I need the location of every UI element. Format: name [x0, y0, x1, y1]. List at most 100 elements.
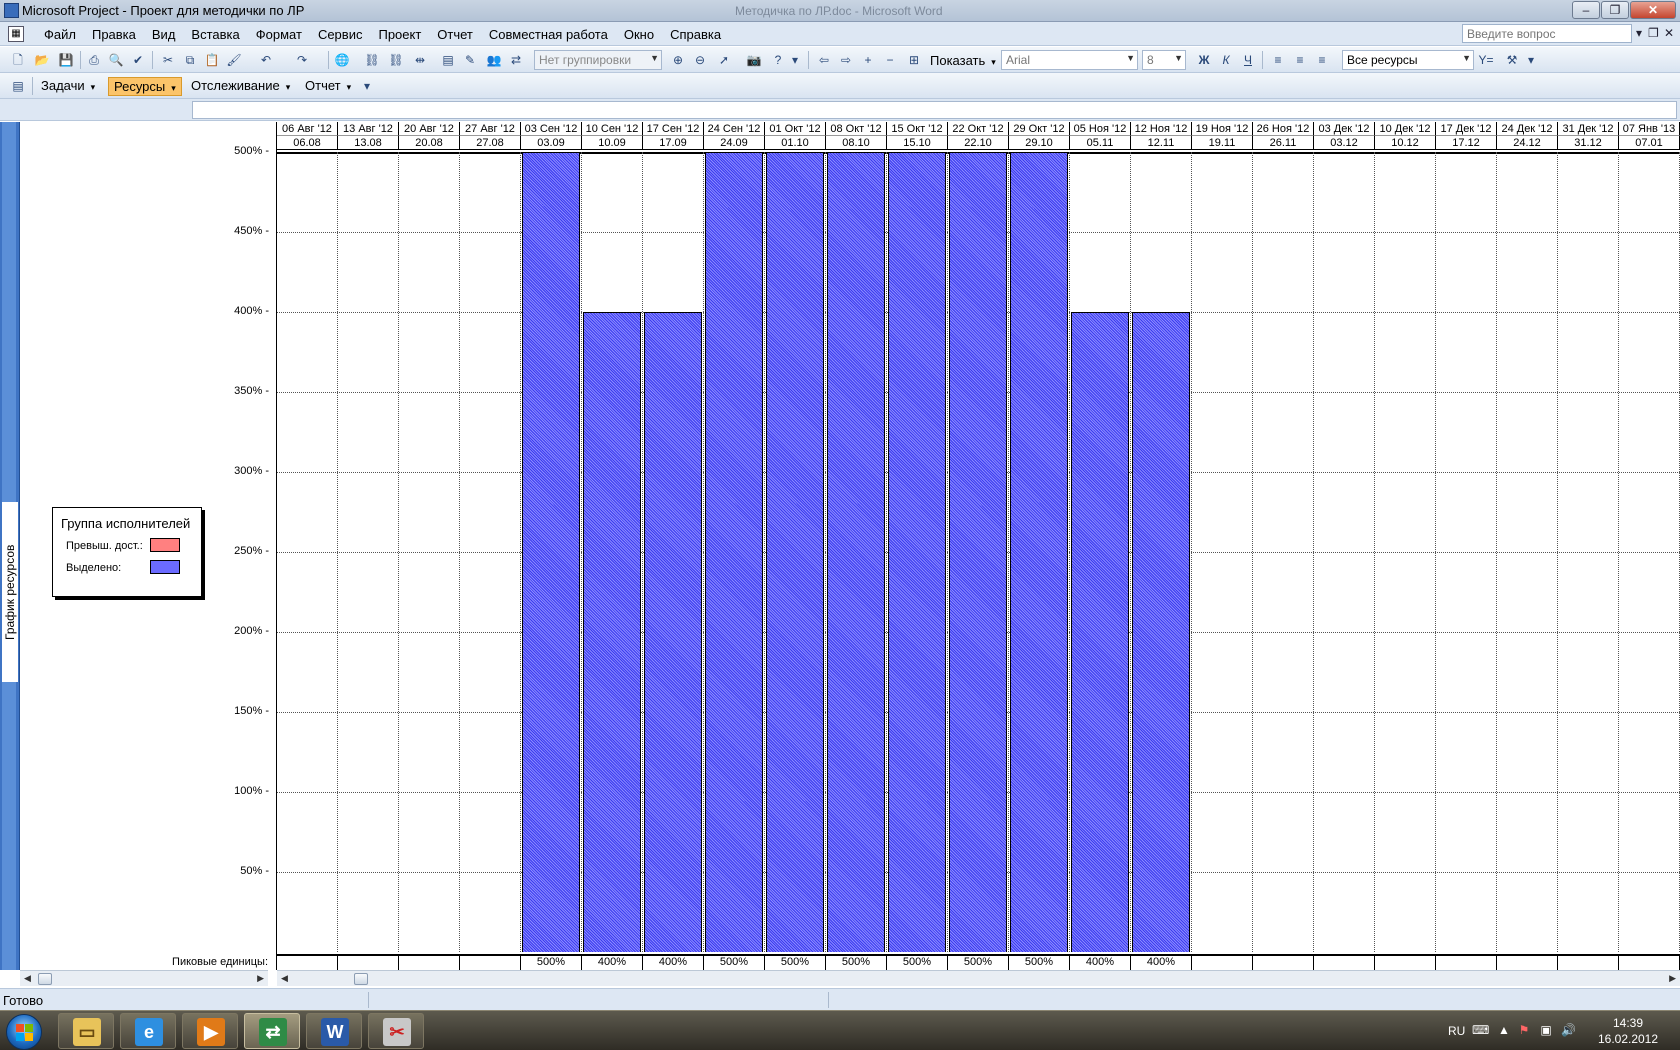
redo-icon[interactable]: ↷: [294, 52, 310, 68]
language-indicator[interactable]: RU: [1448, 1024, 1465, 1038]
allocation-bar[interactable]: [1132, 312, 1190, 952]
guide-toggle-icon[interactable]: ▤: [10, 78, 26, 94]
cut-icon[interactable]: ✂: [160, 52, 176, 68]
scroll-thumb[interactable]: [354, 973, 368, 985]
allocation-bar[interactable]: [1071, 312, 1129, 952]
allocation-bar[interactable]: [888, 152, 946, 952]
underline-button[interactable]: Ч: [1240, 52, 1256, 68]
help-icon[interactable]: ?: [770, 52, 786, 68]
font-size-select[interactable]: 8 ▼: [1142, 50, 1186, 70]
go-to-task-icon[interactable]: ➚: [716, 52, 732, 68]
allocation-bar[interactable]: [766, 152, 824, 952]
print-icon[interactable]: ⎙: [86, 52, 102, 68]
copy-picture-icon[interactable]: 📷: [746, 52, 762, 68]
assign-resources-icon[interactable]: 👥: [486, 52, 502, 68]
allocation-bar[interactable]: [827, 152, 885, 952]
guide-resources-button[interactable]: Ресурсы ▾: [108, 77, 182, 96]
scroll-thumb[interactable]: [38, 973, 52, 985]
format-painter-icon[interactable]: 🖌: [226, 52, 242, 68]
close-button[interactable]: ✕: [1630, 1, 1676, 19]
toolbar-options-icon[interactable]: ▾: [790, 52, 800, 68]
show-dropdown[interactable]: Показать ▾: [930, 53, 996, 68]
start-button[interactable]: [6, 1014, 42, 1050]
project-app-icon[interactable]: [4, 3, 19, 18]
zoom-in-icon[interactable]: ⊕: [670, 52, 686, 68]
toolbar-options-icon[interactable]: ▾: [362, 78, 372, 94]
allocation-bar[interactable]: [1010, 152, 1068, 952]
help-search-input[interactable]: [1462, 24, 1632, 43]
paste-icon[interactable]: 📋: [204, 52, 220, 68]
help-dropdown-icon[interactable]: ▾: [1636, 26, 1642, 40]
hyperlink-icon[interactable]: 🌐: [334, 52, 350, 68]
autofilter-icon[interactable]: Y=: [1478, 52, 1494, 68]
align-left-icon[interactable]: ≡: [1270, 52, 1286, 68]
italic-button[interactable]: К: [1218, 52, 1234, 68]
minimize-button[interactable]: –: [1572, 1, 1600, 19]
gantt-wizard-icon[interactable]: ⚒: [1504, 52, 1520, 68]
volume-icon[interactable]: 🔊: [1561, 1023, 1576, 1037]
allocation-bar[interactable]: [949, 152, 1007, 952]
print-preview-icon[interactable]: 🔍: [108, 52, 124, 68]
mdi-close-icon[interactable]: ✕: [1664, 26, 1674, 40]
menu-item-0[interactable]: Файл: [36, 27, 84, 42]
hide-subtasks-icon[interactable]: −: [882, 52, 898, 68]
guide-tasks-button[interactable]: Задачи ▾: [36, 77, 100, 96]
menu-item-2[interactable]: Вид: [144, 27, 184, 42]
undo-icon[interactable]: ↶: [258, 52, 274, 68]
taskbar-project-button[interactable]: ⇄: [244, 1013, 300, 1049]
guide-report-button[interactable]: Отчет ▾: [300, 77, 356, 96]
mdi-restore-icon[interactable]: ❐: [1648, 26, 1659, 40]
scroll-left-icon[interactable]: ◀: [24, 973, 31, 984]
menu-item-9[interactable]: Окно: [616, 27, 662, 42]
allocation-bar[interactable]: [583, 312, 641, 952]
clock[interactable]: 14:39 16.02.2012: [1588, 1015, 1668, 1047]
open-folder-icon[interactable]: 📂: [34, 52, 50, 68]
copy-icon[interactable]: ⧉: [182, 52, 198, 68]
restore-button[interactable]: ❐: [1601, 1, 1629, 19]
resource-chart[interactable]: 06 Авг '12 06.08 13 Авг '12 13.08 20 Авг '12…: [277, 122, 1680, 970]
toolbar-options-icon[interactable]: ▾: [1526, 52, 1536, 68]
allocation-bar[interactable]: [705, 152, 763, 952]
grouping-select[interactable]: Нет группировки ▼: [534, 50, 662, 70]
show-outline-icon[interactable]: ⊞: [906, 52, 922, 68]
menu-item-4[interactable]: Формат: [248, 27, 310, 42]
align-right-icon[interactable]: ≡: [1314, 52, 1330, 68]
indent-icon[interactable]: ⇨: [838, 52, 854, 68]
filter-select[interactable]: Все ресурсы ▼: [1342, 50, 1474, 70]
action-center-icon[interactable]: ⚑: [1517, 1023, 1531, 1037]
save-icon[interactable]: 💾: [58, 52, 74, 68]
menu-item-8[interactable]: Совместная работа: [481, 27, 616, 42]
taskbar-explorer-button[interactable]: ▭: [58, 1013, 114, 1049]
scroll-right-icon[interactable]: ▶: [257, 973, 264, 984]
task-info-icon[interactable]: ▤: [440, 52, 456, 68]
menu-item-1[interactable]: Правка: [84, 27, 144, 42]
allocation-bar[interactable]: [644, 312, 702, 952]
menu-item-3[interactable]: Вставка: [183, 27, 247, 42]
spelling-icon[interactable]: ✔: [130, 52, 146, 68]
outdent-icon[interactable]: ⇦: [816, 52, 832, 68]
new-file-icon[interactable]: 🗋: [10, 52, 26, 68]
document-icon[interactable]: ▦: [8, 26, 24, 42]
menu-item-5[interactable]: Сервис: [310, 27, 371, 42]
menu-item-7[interactable]: Отчет: [429, 27, 481, 42]
font-select[interactable]: Arial ▼: [1001, 50, 1138, 70]
taskbar-word-button[interactable]: W: [306, 1013, 362, 1049]
menu-item-6[interactable]: Проект: [370, 27, 429, 42]
left-pane-scrollbar[interactable]: ◀ ▶: [20, 970, 268, 986]
entry-field[interactable]: [192, 101, 1677, 119]
unlink-tasks-icon[interactable]: ⛓: [388, 52, 404, 68]
split-task-icon[interactable]: ⇹: [412, 52, 428, 68]
zoom-out-icon[interactable]: ⊖: [692, 52, 708, 68]
align-center-icon[interactable]: ≡: [1292, 52, 1308, 68]
show-hidden-icons-icon[interactable]: ▲: [1497, 1023, 1511, 1037]
view-bar[interactable]: График ресурсов: [0, 122, 20, 970]
keyboard-icon[interactable]: ⌨: [1472, 1023, 1489, 1037]
link-tasks-icon[interactable]: ⛓: [364, 52, 380, 68]
chart-scrollbar[interactable]: ◀ ▶: [277, 970, 1680, 986]
taskbar-media-player-button[interactable]: ▶: [182, 1013, 238, 1049]
allocation-bar[interactable]: [522, 152, 580, 952]
menu-item-10[interactable]: Справка: [662, 27, 729, 42]
publish-icon[interactable]: ⇄: [508, 52, 524, 68]
network-icon[interactable]: ▣: [1539, 1023, 1553, 1037]
taskbar-snipping-button[interactable]: ✂: [368, 1013, 424, 1049]
